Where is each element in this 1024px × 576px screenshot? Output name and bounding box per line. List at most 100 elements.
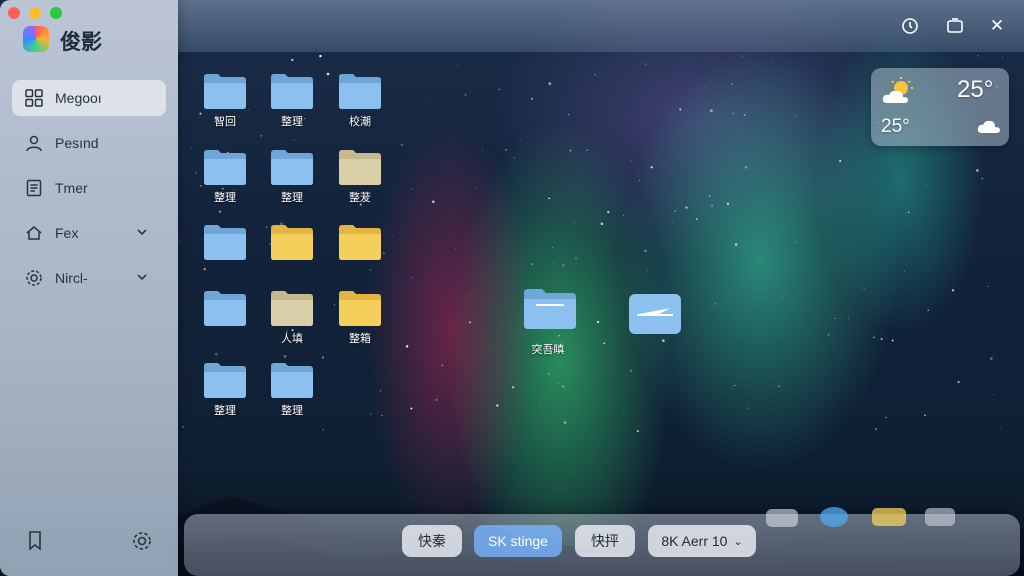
star bbox=[531, 97, 533, 100]
sidebar-item-tmer[interactable]: Tmer bbox=[12, 170, 166, 206]
app-title: 俊影 bbox=[60, 31, 102, 54]
star bbox=[427, 434, 428, 435]
settings-icon[interactable] bbox=[131, 530, 153, 552]
star bbox=[778, 385, 780, 388]
star bbox=[671, 222, 673, 224]
star bbox=[731, 386, 733, 388]
desktop-folder[interactable] bbox=[266, 222, 318, 290]
star bbox=[455, 248, 456, 250]
star bbox=[594, 74, 596, 76]
weather-widget[interactable]: 25° 25° bbox=[871, 68, 1009, 146]
star bbox=[319, 54, 322, 58]
folder-label: 整理 bbox=[281, 405, 303, 417]
dock-dropdown[interactable]: 8K Aerr 10 ⌄ bbox=[648, 525, 756, 557]
desktop-folder[interactable]: 整理 bbox=[266, 147, 318, 215]
sidebar-item-fex[interactable]: Fex bbox=[12, 215, 166, 251]
chevron-down-icon[interactable] bbox=[136, 226, 156, 241]
star bbox=[190, 147, 192, 149]
dock-app-icon[interactable] bbox=[820, 507, 848, 527]
star bbox=[743, 114, 746, 116]
desktop-folder[interactable]: 智回 bbox=[199, 71, 251, 139]
star bbox=[903, 270, 905, 273]
restore-icon[interactable] bbox=[943, 14, 967, 38]
sidebar-item-label: Nircl- bbox=[55, 270, 88, 286]
star bbox=[435, 398, 438, 401]
star bbox=[795, 115, 797, 117]
dock-app-icon[interactable] bbox=[925, 508, 955, 526]
maximize-window-button[interactable] bbox=[50, 7, 62, 19]
chevron-down-icon[interactable] bbox=[136, 271, 156, 286]
star bbox=[990, 357, 993, 360]
star bbox=[531, 263, 534, 266]
close-window-button[interactable] bbox=[8, 7, 20, 19]
desktop-folder[interactable]: 校潮 bbox=[334, 71, 386, 139]
desktop-folder[interactable]: 整理 bbox=[199, 360, 251, 428]
cloud-icon bbox=[977, 118, 1001, 139]
star bbox=[457, 65, 459, 66]
folder-icon bbox=[204, 74, 246, 109]
folder-label: 智回 bbox=[214, 116, 236, 128]
star bbox=[392, 234, 394, 236]
star bbox=[744, 166, 748, 169]
desktop-folder[interactable]: 整茇 bbox=[334, 147, 386, 215]
folder-label: 校潮 bbox=[349, 116, 371, 128]
star bbox=[788, 176, 790, 177]
folder-icon bbox=[339, 74, 381, 109]
timer-icon[interactable] bbox=[898, 14, 922, 38]
desktop-folder[interactable]: 整理 bbox=[199, 147, 251, 215]
minimize-window-button[interactable] bbox=[29, 7, 41, 19]
desktop-folder[interactable]: 整箱 bbox=[334, 288, 386, 356]
desktop-folder[interactable] bbox=[334, 222, 386, 290]
desktop-folder[interactable] bbox=[199, 288, 251, 356]
dock-button-2[interactable]: SK stinge bbox=[474, 525, 562, 557]
dock-button-1[interactable]: 快秦 bbox=[402, 525, 462, 557]
desktop-folder[interactable]: 整理 bbox=[266, 71, 318, 139]
desktop-folder[interactable]: 人填 bbox=[266, 288, 318, 356]
star bbox=[650, 166, 653, 169]
dock-dropdown-label: 8K Aerr 10 bbox=[661, 533, 728, 549]
star bbox=[379, 390, 382, 392]
folder-label: 整理 bbox=[214, 405, 236, 417]
star bbox=[519, 139, 521, 141]
star bbox=[734, 243, 738, 246]
star bbox=[930, 270, 932, 272]
close-icon[interactable]: ✕ bbox=[985, 14, 1009, 38]
star bbox=[794, 241, 796, 243]
folder-label: 整茇 bbox=[349, 192, 371, 204]
star bbox=[711, 204, 714, 207]
star bbox=[992, 393, 994, 396]
dock-app-icon[interactable] bbox=[766, 509, 798, 527]
send-icon[interactable] bbox=[627, 290, 683, 338]
star bbox=[987, 285, 989, 288]
sidebar-item-nircl[interactable]: Nircl- bbox=[12, 260, 166, 296]
star bbox=[827, 333, 830, 336]
star bbox=[880, 337, 883, 340]
star bbox=[885, 416, 887, 419]
star bbox=[873, 336, 875, 339]
star bbox=[679, 108, 682, 111]
desktop-folder[interactable]: 整理 bbox=[266, 360, 318, 428]
star bbox=[547, 372, 550, 375]
star bbox=[685, 206, 688, 209]
dock-button-3[interactable]: 快抨 bbox=[575, 525, 635, 557]
sidebar-item-pesind[interactable]: Pesınd bbox=[12, 125, 166, 161]
bookmark-icon[interactable] bbox=[25, 530, 47, 552]
sidebar-item-megooi[interactable]: Megooı bbox=[12, 80, 166, 116]
folder-icon bbox=[524, 289, 576, 329]
star bbox=[603, 342, 606, 345]
star bbox=[646, 270, 648, 271]
star bbox=[734, 384, 736, 386]
star bbox=[907, 211, 910, 214]
star bbox=[834, 317, 836, 319]
app-logo-icon bbox=[23, 26, 49, 52]
star bbox=[726, 202, 730, 205]
desktop-folder[interactable] bbox=[199, 222, 251, 290]
folder-icon bbox=[204, 150, 246, 185]
star bbox=[714, 303, 716, 305]
star bbox=[981, 177, 984, 180]
desktop-folder-center[interactable]: 突吾瞋 bbox=[522, 285, 578, 356]
dock-folder-icon[interactable] bbox=[872, 508, 906, 526]
star bbox=[924, 414, 926, 416]
star bbox=[411, 188, 413, 190]
star bbox=[425, 101, 427, 103]
